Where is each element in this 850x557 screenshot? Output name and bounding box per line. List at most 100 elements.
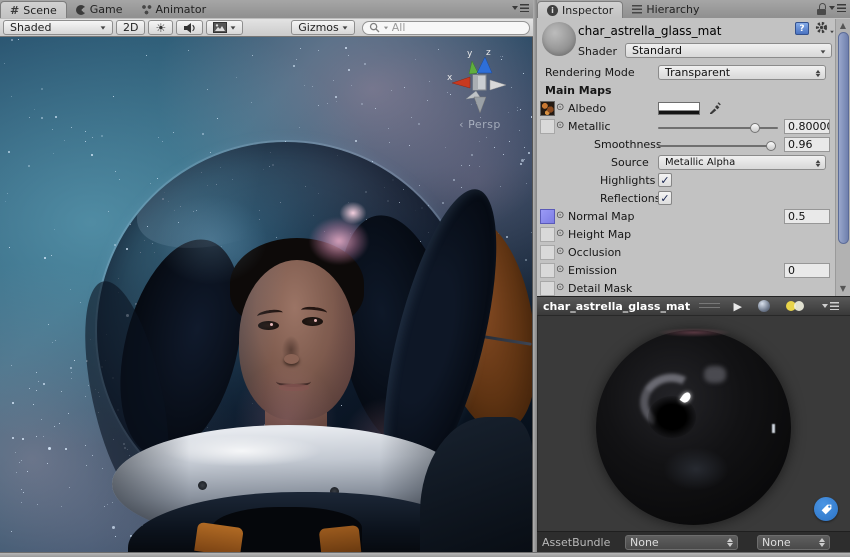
audio-toggle-button[interactable]: [176, 20, 203, 35]
game-icon: [76, 5, 86, 15]
asset-bundle-row: AssetBundle None None: [537, 531, 850, 552]
texture-target-icon[interactable]: ⊙: [556, 120, 564, 131]
speaker-icon: [183, 22, 196, 34]
emission-row: ⊙ Emission 0: [537, 262, 835, 280]
scene-search-value: All: [392, 21, 406, 34]
tab-scene[interactable]: # Scene: [0, 1, 67, 18]
occlusion-thumbnail[interactable]: [540, 245, 555, 260]
search-icon: [369, 22, 380, 33]
axis-cones: [452, 57, 506, 113]
inspector-panel: i Inspector Hierarchy char_astrella_gla: [537, 0, 850, 552]
texture-target-icon[interactable]: ⊙: [556, 246, 564, 257]
texture-target-icon[interactable]: ⊙: [556, 102, 564, 113]
tab-game[interactable]: Game: [67, 1, 132, 18]
material-name: char_astrella_glass_mat: [578, 24, 721, 38]
tab-inspector[interactable]: i Inspector: [537, 1, 623, 18]
rendering-mode-row: Rendering Mode Transparent: [537, 64, 835, 82]
scene-search-input[interactable]: All: [362, 21, 530, 35]
metallic-value-field[interactable]: 0.800000: [784, 119, 830, 134]
effects-dropdown-button[interactable]: [206, 20, 243, 35]
metallic-slider-knob[interactable]: [750, 123, 760, 133]
lighting-toggle-button[interactable]: ☀: [148, 20, 173, 35]
reflections-checkbox[interactable]: ✓: [658, 191, 672, 205]
inspector-scrollbar[interactable]: ▲ ▼: [835, 19, 850, 296]
scene-orientation-gizmo[interactable]: x y z ‹ Persp: [442, 47, 518, 131]
scrollbar-up-arrow[interactable]: ▲: [836, 19, 850, 32]
chevron-down-icon: [231, 26, 236, 29]
toggle-2d-button[interactable]: 2D: [116, 20, 145, 35]
albedo-color-swatch[interactable]: [658, 102, 700, 115]
highlights-row: Highlights ✓: [537, 172, 835, 190]
lock-icon[interactable]: [815, 3, 828, 16]
tab-inspector-label: Inspector: [562, 4, 613, 17]
preview-menu-icon[interactable]: [817, 298, 844, 314]
preview-drag-handle[interactable]: [699, 303, 719, 309]
metallic-row: ⊙ Metallic 0.800000: [537, 118, 835, 136]
preview-viewport[interactable]: [537, 316, 850, 531]
smoothness-value-field[interactable]: 0.96: [784, 137, 830, 152]
asset-labels-button[interactable]: [814, 497, 838, 521]
suit-orange-strap-right: [319, 525, 362, 552]
tab-hierarchy[interactable]: Hierarchy: [623, 1, 708, 18]
scene-panel-menu-icon[interactable]: [512, 4, 529, 12]
preview-header[interactable]: char_astrella_glass_mat ▶: [537, 296, 850, 316]
preview-play-button[interactable]: ▶: [729, 298, 747, 314]
inspector-panel-menu-icon[interactable]: [829, 4, 846, 12]
texture-target-icon[interactable]: ⊙: [556, 282, 564, 293]
hierarchy-icon: [632, 5, 642, 14]
chevron-down-icon: [342, 26, 347, 29]
metallic-slider[interactable]: [658, 127, 778, 129]
tag-icon: [820, 503, 833, 516]
preview-title: char_astrella_glass_mat: [543, 300, 690, 313]
tab-animator[interactable]: Animator: [132, 1, 216, 18]
sun-icon: ☀: [155, 22, 166, 34]
scrollbar-down-arrow[interactable]: ▼: [836, 282, 850, 295]
texture-target-icon[interactable]: ⊙: [556, 264, 564, 275]
smoothness-slider-knob[interactable]: [766, 141, 776, 151]
emission-value-field[interactable]: 0: [784, 263, 830, 278]
material-properties: Rendering Mode Transparent Main Maps ⊙ A…: [537, 64, 835, 298]
eyedropper-icon[interactable]: [709, 102, 721, 117]
highlights-checkbox[interactable]: ✓: [658, 173, 672, 187]
albedo-texture-thumbnail[interactable]: [540, 101, 555, 116]
smoothness-row: Smoothness 0.96: [537, 136, 835, 154]
scrollbar-thumb[interactable]: [838, 32, 849, 244]
detail-mask-thumbnail[interactable]: [540, 281, 555, 296]
unity-editor-window: # Scene Game Animator Shaded: [0, 0, 850, 557]
rendering-mode-dropdown[interactable]: Transparent: [658, 65, 826, 80]
height-map-row: ⊙ Height Map: [537, 226, 835, 244]
window-bottom-edge: [0, 552, 850, 557]
shaded-dropdown[interactable]: Shaded: [3, 20, 113, 35]
help-icon[interactable]: ?: [795, 22, 809, 35]
smoothness-slider[interactable]: [658, 145, 775, 147]
axis-z-label: z: [486, 48, 491, 58]
preview-material-sphere: [596, 330, 791, 525]
scene-panel: # Scene Game Animator Shaded: [0, 0, 533, 552]
normal-map-value-field[interactable]: 0.5: [784, 209, 830, 224]
asset-bundle-variant-dropdown[interactable]: None: [757, 535, 830, 550]
axis-y-label: y: [467, 49, 473, 59]
preview-shape-button[interactable]: [753, 298, 775, 314]
height-map-thumbnail[interactable]: [540, 227, 555, 242]
shader-label: Shader: [578, 45, 617, 58]
emission-thumbnail[interactable]: [540, 263, 555, 278]
material-sphere-icon: [542, 22, 576, 56]
metallic-texture-thumbnail[interactable]: [540, 119, 555, 134]
texture-target-icon[interactable]: ⊙: [556, 228, 564, 239]
perspective-mode-label[interactable]: ‹ Persp: [442, 118, 518, 131]
source-dropdown[interactable]: Metallic Alpha: [658, 155, 826, 170]
gizmos-dropdown[interactable]: Gizmos: [291, 20, 355, 35]
inspector-tabbar: i Inspector Hierarchy: [537, 0, 850, 18]
texture-target-icon[interactable]: ⊙: [556, 210, 564, 221]
scene-grid-icon: #: [10, 4, 19, 17]
scene-viewport[interactable]: x y z ‹ Persp: [0, 37, 533, 552]
albedo-row: ⊙ Albedo: [537, 100, 835, 118]
asset-bundle-label: AssetBundle: [542, 536, 625, 549]
detail-mask-row: ⊙ Detail Mask: [537, 280, 835, 298]
shader-dropdown[interactable]: Standard: [625, 43, 832, 58]
asset-bundle-dropdown[interactable]: None: [625, 535, 738, 550]
occlusion-row: ⊙ Occlusion: [537, 244, 835, 262]
gear-icon[interactable]: [815, 21, 835, 34]
preview-lighting-button[interactable]: [781, 298, 811, 314]
normal-map-thumbnail[interactable]: [540, 209, 555, 224]
